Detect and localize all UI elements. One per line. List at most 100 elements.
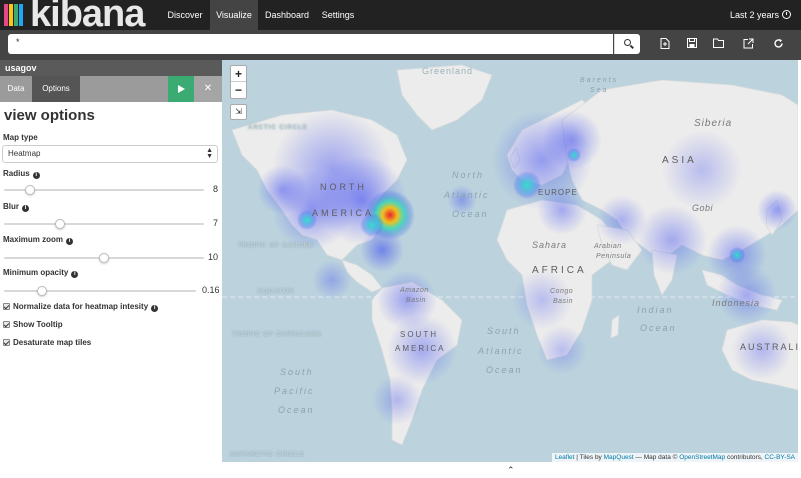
map-label: South bbox=[487, 326, 521, 336]
minimum-opacity-label-text: Minimum opacity bbox=[3, 268, 69, 277]
license-link[interactable]: CC-BY-SA bbox=[765, 454, 795, 461]
minimum-opacity-label: Minimum opacity i bbox=[3, 268, 79, 278]
map-label: North bbox=[452, 170, 485, 180]
clock-icon bbox=[782, 10, 791, 19]
info-icon[interactable]: i bbox=[22, 205, 29, 212]
map-label: EUROPE bbox=[538, 188, 578, 197]
map-type-select[interactable]: Heatmap ▲ ▼ bbox=[2, 145, 218, 163]
map-label: Indonesia bbox=[712, 298, 761, 308]
map-label: Atlantic bbox=[478, 346, 524, 356]
new-visualization-button[interactable] bbox=[658, 38, 672, 52]
map-attribution: Leaflet | Tiles by MapQuest — Map data ©… bbox=[551, 453, 798, 462]
minimum-opacity-slider[interactable] bbox=[4, 286, 196, 296]
map-label: Sahara bbox=[532, 240, 568, 250]
map-label: Amazon bbox=[400, 287, 429, 294]
info-icon[interactable]: i bbox=[32, 172, 40, 179]
map-label: Atlantic bbox=[444, 190, 490, 200]
maximum-zoom-slider-thumb[interactable] bbox=[99, 253, 109, 263]
discard-button[interactable]: ✕ bbox=[194, 76, 222, 102]
desaturate-tiles-label: Desaturate map tiles bbox=[13, 338, 92, 347]
kibana-logo[interactable]: kibana bbox=[0, 0, 150, 35]
logo-bar-yellow bbox=[9, 4, 13, 26]
close-icon: ✕ bbox=[203, 83, 213, 94]
sidebar: usagov Data Options ✕ view options Map t… bbox=[0, 60, 222, 478]
chevron-up-icon[interactable]: ⌃ bbox=[507, 465, 515, 476]
nav-tab-settings[interactable]: Settings bbox=[316, 0, 360, 30]
radius-value: 8 bbox=[213, 184, 219, 194]
map-label: SOUTH bbox=[400, 330, 438, 339]
map-label: AFRICA bbox=[532, 265, 587, 276]
map-label: Ocean bbox=[640, 323, 677, 333]
map-label: Basin bbox=[553, 298, 574, 305]
map-label: Basin bbox=[406, 297, 427, 304]
info-icon[interactable]: i bbox=[66, 238, 74, 245]
map-label: Barents bbox=[580, 77, 619, 84]
open-button[interactable] bbox=[712, 38, 726, 52]
blur-label: Blur i bbox=[3, 202, 29, 212]
map-label: AMERICA bbox=[312, 208, 375, 218]
map-type-value: Heatmap bbox=[8, 149, 41, 158]
info-icon[interactable]: i bbox=[71, 271, 79, 278]
save-icon bbox=[687, 38, 697, 48]
map-label: ARCTIC CIRCLE bbox=[248, 125, 308, 131]
map-type-label: Map type bbox=[3, 133, 38, 142]
refresh-icon bbox=[773, 38, 783, 48]
checkbox-checked-icon[interactable] bbox=[3, 303, 10, 310]
map-label: Sea bbox=[590, 87, 609, 94]
radius-label: Radius i bbox=[3, 169, 40, 179]
search-button[interactable] bbox=[614, 34, 640, 54]
map-label: AUSTRALI bbox=[740, 342, 798, 352]
attribution-text: contributors, bbox=[725, 454, 765, 461]
map-label: Arabian bbox=[594, 243, 622, 250]
minimum-opacity-value: 0.16 bbox=[202, 285, 220, 295]
editor-tabs: Data Options ✕ bbox=[0, 76, 222, 102]
tab-options[interactable]: Options bbox=[32, 76, 80, 102]
normalize-heatmap-checkbox[interactable]: Normalize data for heatmap intesity i bbox=[3, 302, 159, 312]
checkbox-checked-icon[interactable] bbox=[3, 339, 10, 346]
map-label: South bbox=[280, 367, 314, 377]
map-label: Ocean bbox=[486, 365, 523, 375]
mapquest-link[interactable]: MapQuest bbox=[604, 454, 634, 461]
map-label: Ocean bbox=[452, 209, 489, 219]
blur-slider[interactable] bbox=[4, 219, 204, 229]
map-label: Indian bbox=[637, 305, 674, 315]
radius-slider[interactable] bbox=[4, 185, 204, 195]
tab-data[interactable]: Data bbox=[0, 76, 32, 102]
map-label: TROPIC OF CANCER bbox=[238, 243, 314, 249]
logo-bars bbox=[4, 4, 26, 26]
show-tooltip-label: Show Tooltip bbox=[13, 320, 63, 329]
nav-tab-visualize[interactable]: Visualize bbox=[210, 0, 258, 30]
map-label: Congo bbox=[550, 288, 574, 295]
show-tooltip-checkbox[interactable]: Show Tooltip bbox=[3, 320, 63, 329]
leaflet-link[interactable]: Leaflet bbox=[555, 454, 575, 461]
map-label: Pacific bbox=[274, 386, 315, 396]
heatmap-map[interactable]: Greenland Barents Sea Siberia ASIA ARCTI… bbox=[222, 60, 798, 462]
save-button[interactable] bbox=[685, 38, 699, 52]
zoom-in-button[interactable]: + bbox=[231, 66, 246, 82]
options-heading: view options bbox=[4, 107, 95, 124]
fit-bounds-button[interactable]: ⇲ bbox=[230, 104, 247, 120]
logo-bar-green bbox=[14, 4, 18, 26]
time-picker[interactable]: Last 2 years bbox=[730, 0, 791, 30]
refresh-button[interactable] bbox=[771, 38, 785, 52]
share-icon bbox=[743, 38, 753, 49]
maximum-zoom-slider[interactable] bbox=[4, 253, 204, 263]
search-input[interactable]: * bbox=[8, 34, 613, 54]
maximum-zoom-label-text: Maximum zoom bbox=[3, 235, 64, 244]
checkbox-checked-icon[interactable] bbox=[3, 321, 10, 328]
zoom-out-button[interactable]: − bbox=[231, 82, 246, 98]
share-button[interactable] bbox=[741, 38, 755, 52]
minimum-opacity-slider-thumb[interactable] bbox=[37, 286, 48, 296]
map-label: TROPIC OF CAPRICORN bbox=[232, 332, 322, 338]
info-icon[interactable]: i bbox=[151, 305, 159, 312]
map-label: Ocean bbox=[278, 405, 315, 415]
desaturate-tiles-checkbox[interactable]: Desaturate map tiles bbox=[3, 338, 91, 347]
select-arrows-icon: ▲ ▼ bbox=[206, 147, 213, 160]
apply-button[interactable] bbox=[168, 76, 194, 102]
blur-slider-thumb[interactable] bbox=[55, 219, 65, 229]
radius-slider-thumb[interactable] bbox=[25, 185, 35, 195]
openstreetmap-link[interactable]: OpenStreetMap bbox=[679, 454, 725, 461]
nav-tab-dashboard[interactable]: Dashboard bbox=[258, 0, 316, 30]
maximum-zoom-value: 10 bbox=[208, 252, 219, 262]
nav-tab-discover[interactable]: Discover bbox=[160, 0, 210, 30]
